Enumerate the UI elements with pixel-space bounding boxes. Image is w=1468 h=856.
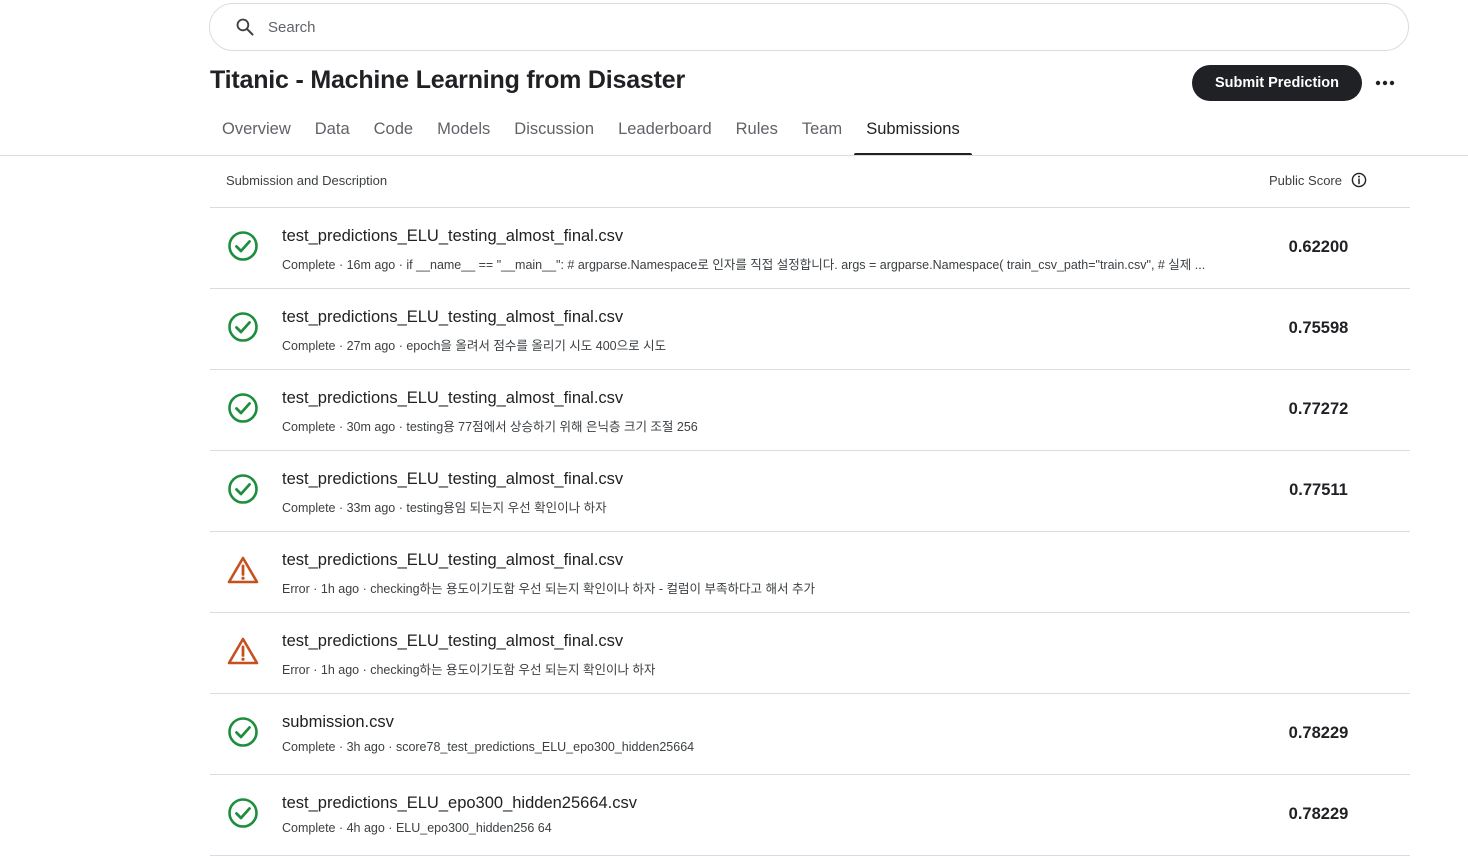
submission-description: Complete · 4h ago · ELU_epo300_hidden256… [282, 821, 552, 835]
submission-file-name[interactable]: test_predictions_ELU_testing_almost_fina… [282, 632, 623, 651]
tab-overview[interactable]: Overview [210, 108, 303, 156]
submission-file-name[interactable]: test_predictions_ELU_testing_almost_fina… [282, 308, 623, 327]
submission-row[interactable]: test_predictions_ELU_testing_almost_fina… [210, 532, 1410, 613]
public-score: 0.78229 [1288, 724, 1349, 742]
public-score: 0.77511 [1289, 481, 1348, 499]
submission-description: Error · 1h ago · checking하는 용도이기도함 우선 되는… [282, 663, 656, 677]
submission-description: Complete · 27m ago · epoch을 올려서 점수를 올리기 … [282, 339, 667, 353]
warning-triangle-icon [227, 554, 259, 586]
submission-file-name[interactable]: test_predictions_ELU_epo300_hidden25664.… [282, 794, 637, 813]
submission-row[interactable]: test_predictions_ELU_testing_almost_fina… [210, 208, 1410, 289]
tab-submissions[interactable]: Submissions [854, 108, 972, 156]
submission-description: Complete · 3h ago · score78_test_predict… [282, 740, 695, 754]
search-input[interactable] [266, 17, 1366, 37]
tab-leaderboard[interactable]: Leaderboard [606, 108, 724, 156]
submission-row[interactable]: test_predictions_ELU_testing_almost_fina… [210, 370, 1410, 451]
submission-row[interactable]: test_predictions_ELU_epo300_hidden25664.… [210, 775, 1410, 856]
tab-models[interactable]: Models [425, 108, 502, 156]
public-score: 0.78229 [1288, 805, 1349, 823]
submission-file-name[interactable]: test_predictions_ELU_testing_almost_fina… [282, 389, 623, 408]
public-score: 0.75598 [1288, 319, 1349, 337]
page-title: Titanic - Machine Learning from Disaster [210, 66, 685, 94]
submission-description: Complete · 16m ago · if __name__ == "__m… [282, 258, 1206, 272]
info-icon[interactable] [1351, 172, 1367, 188]
check-circle-icon [227, 716, 259, 748]
public-score: 0.62200 [1288, 238, 1349, 256]
submission-row[interactable]: test_predictions_ELU_testing_almost_fina… [210, 451, 1410, 532]
submission-file-name[interactable]: test_predictions_ELU_testing_almost_fina… [282, 227, 623, 246]
public-score: 0.77272 [1288, 400, 1349, 418]
submissions-list: test_predictions_ELU_testing_almost_fina… [210, 208, 1410, 856]
submission-description: Complete · 33m ago · testing용임 되는지 우선 확인… [282, 501, 607, 515]
tab-rules[interactable]: Rules [724, 108, 790, 156]
submission-row[interactable]: submission.csv Complete · 3h ago · score7… [210, 694, 1410, 775]
submission-file-name[interactable]: submission.csv [282, 713, 394, 732]
competition-tabs: Overview Data Code Models Discussion Leaderbo… [210, 108, 972, 156]
search-bar[interactable] [209, 3, 1409, 51]
check-circle-icon [227, 230, 259, 262]
check-circle-icon [227, 392, 259, 424]
column-header-description: Submission and Description [226, 173, 388, 188]
submit-prediction-button[interactable]: Submit Prediction [1192, 65, 1362, 101]
column-header-public-score: Public Score [1269, 173, 1342, 188]
check-circle-icon [227, 311, 259, 343]
tab-discussion[interactable]: Discussion [502, 108, 606, 156]
tab-code[interactable]: Code [362, 108, 425, 156]
more-options-icon[interactable] [1370, 68, 1400, 98]
submission-row[interactable]: test_predictions_ELU_testing_almost_fina… [210, 289, 1410, 370]
submission-file-name[interactable]: test_predictions_ELU_testing_almost_fina… [282, 551, 623, 570]
search-icon [234, 16, 256, 38]
tab-data[interactable]: Data [303, 108, 362, 156]
submission-description: Error · 1h ago · checking하는 용도이기도함 우선 되는… [282, 582, 815, 596]
submission-description: Complete · 30m ago · testing용 77점에서 상승하기… [282, 420, 698, 434]
check-circle-icon [227, 797, 259, 829]
warning-triangle-icon [227, 635, 259, 667]
tab-team[interactable]: Team [790, 108, 854, 156]
submission-file-name[interactable]: test_predictions_ELU_testing_almost_fina… [282, 470, 623, 489]
check-circle-icon [227, 473, 259, 505]
submissions-table-header: Submission and Description Public Score [210, 156, 1410, 208]
submission-row[interactable]: test_predictions_ELU_testing_almost_fina… [210, 613, 1410, 694]
